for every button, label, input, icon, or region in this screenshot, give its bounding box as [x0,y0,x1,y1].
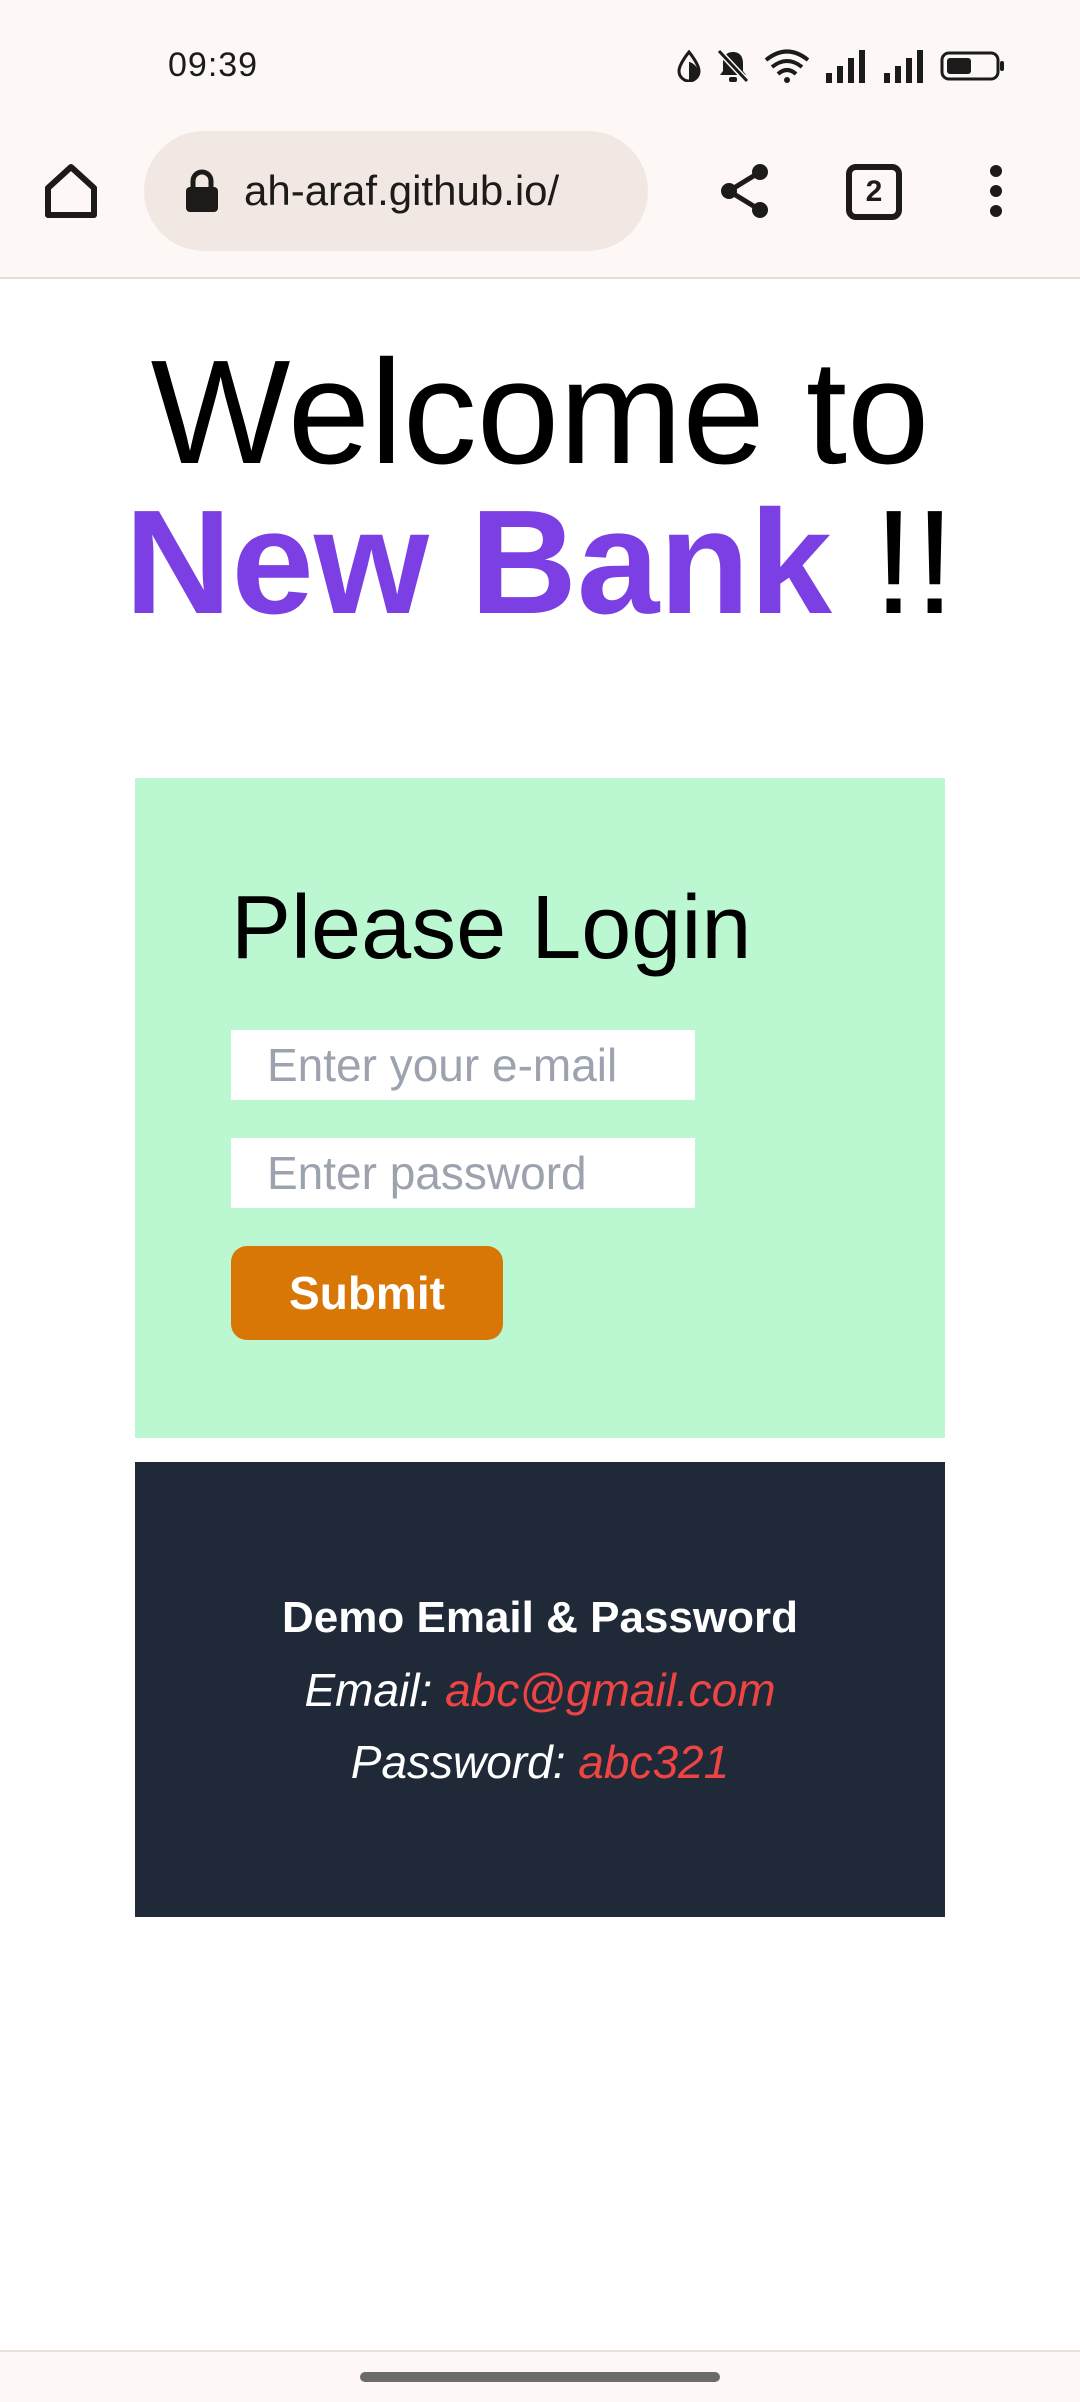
demo-credentials-card: Demo Email & Password Email: abc@gmail.c… [135,1462,945,1917]
demo-password-value: abc321 [578,1736,730,1788]
home-button[interactable] [38,160,104,226]
demo-password-label: Password: [350,1736,566,1788]
brand-name: New Bank [124,480,832,645]
url-bar[interactable]: ah-araf.github.io/ [144,131,648,251]
status-time: 09:39 [168,46,259,84]
status-icons [676,46,1006,86]
login-title: Please Login [231,878,752,978]
more-menu-button[interactable] [976,160,1016,226]
demo-email-label: Email: [304,1664,433,1716]
signal-icon [824,49,868,83]
demo-title: Demo Email & Password [282,1593,798,1642]
signal-icon [882,49,926,83]
headline-line1: Welcome to [150,330,930,495]
email-field[interactable] [231,1030,695,1100]
status-bar: 09:39 [0,0,1080,115]
home-icon [42,162,100,225]
wifi-icon [764,49,810,83]
more-vert-icon [988,164,1004,223]
lock-icon [184,169,220,213]
tab-switcher-button[interactable]: 2 [846,164,902,220]
demo-email-value: abc@gmail.com [445,1664,776,1716]
submit-button[interactable]: Submit [231,1246,503,1340]
gesture-handle[interactable] [360,2372,720,2382]
headline-suffix: !! [831,480,956,645]
demo-password-line: Password: abc321 [135,1732,945,1792]
password-field[interactable] [231,1138,695,1208]
system-nav-bar [0,2350,1080,2402]
login-card: Please Login Submit [135,778,945,1438]
url-text: ah-araf.github.io/ [244,167,560,214]
browser-toolbar: ah-araf.github.io/ 2 [0,115,1080,279]
battery-icon [940,50,1006,82]
share-icon [718,162,772,225]
page-headline: Welcome to New Bank !! [0,338,1080,638]
data-saver-icon [676,50,702,82]
share-button[interactable] [714,160,776,226]
bell-muted-icon [716,48,750,84]
demo-email-line: Email: abc@gmail.com [135,1660,945,1720]
headline-line2: New Bank !! [0,488,1080,638]
